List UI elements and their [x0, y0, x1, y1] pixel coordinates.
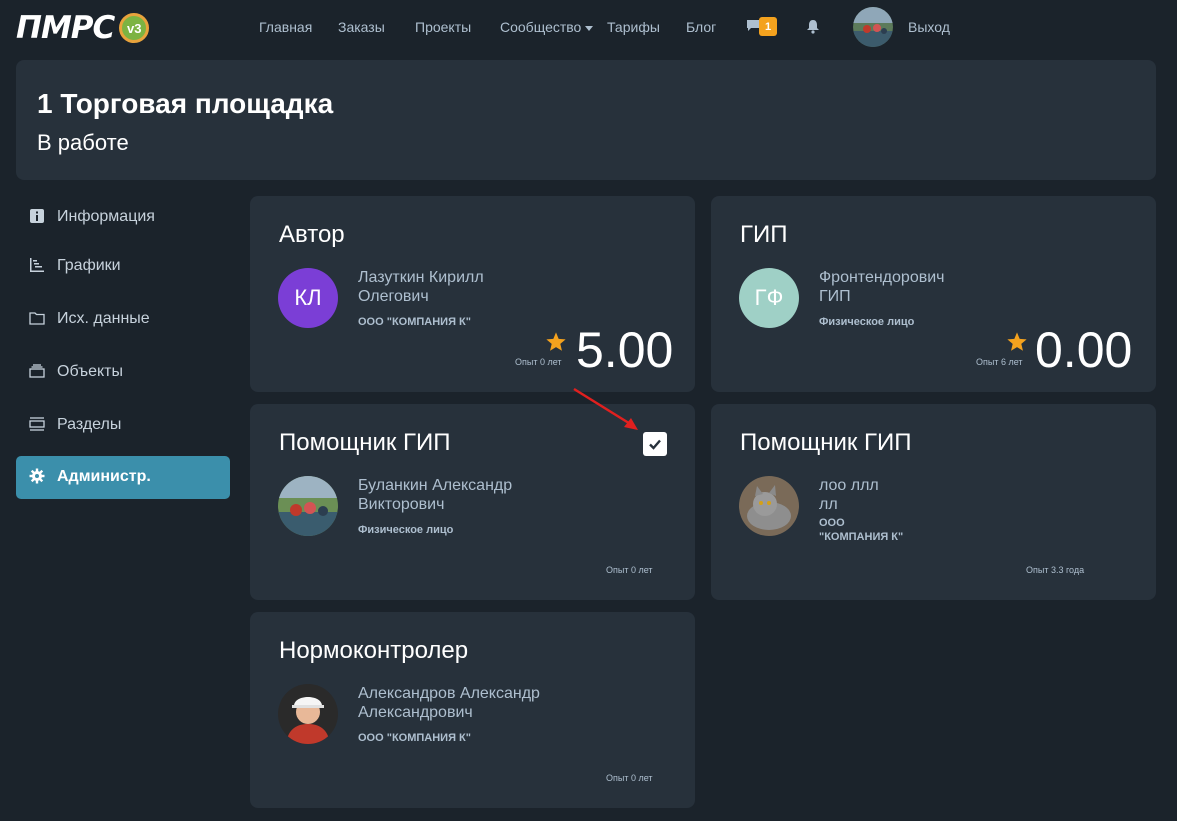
sidebar-item-label: Объекты	[57, 363, 123, 380]
avatar	[278, 476, 338, 536]
annotation-arrow-icon	[573, 387, 638, 430]
gantt-icon	[30, 258, 44, 272]
participant-card-author[interactable]: Автор КЛ Лазуткин Кирилл Олегович ООО "К…	[250, 196, 695, 392]
nav-community-label: Сообщество	[500, 19, 582, 35]
organization: Физическое лицо	[358, 524, 454, 536]
person-name-line2: Александрович	[358, 704, 473, 721]
person-name[interactable]: лоо ллл лл	[819, 476, 1019, 514]
nav-home[interactable]: Главная	[259, 19, 312, 35]
project-status: В работе	[37, 130, 129, 155]
sidebar-item-administration[interactable]: Администр.	[16, 456, 230, 499]
nav-projects[interactable]: Проекты	[415, 19, 471, 35]
user-avatar[interactable]	[853, 7, 893, 47]
experience-label: Опыт 3.3 года	[1026, 565, 1085, 575]
role-title: Автор	[279, 221, 345, 248]
organization: ООО "КОМПАНИЯ К"	[819, 516, 979, 544]
avatar	[278, 684, 338, 744]
organization-line2: "КОМПАНИЯ К"	[819, 531, 904, 543]
person-name-line2: ГИП	[819, 288, 851, 305]
checkmark-icon	[649, 439, 661, 450]
person-name-line2: Викторович	[358, 496, 445, 513]
person-name-line1: Фронтендорович	[819, 269, 945, 286]
organization-line1: ООО	[819, 517, 845, 529]
organization: ООО "КОМПАНИЯ К"	[358, 732, 471, 744]
sidebar-item-label: Исх. данные	[57, 310, 150, 327]
star-icon	[546, 332, 566, 351]
sidebar-item-source-data[interactable]: Исх. данные	[16, 298, 230, 341]
sidebar-item-label: Администр.	[57, 468, 151, 485]
sections-icon	[29, 417, 45, 431]
chevron-down-icon	[585, 25, 594, 31]
role-title: Нормоконтролер	[279, 637, 469, 664]
role-title: Помощник ГИП	[279, 429, 451, 456]
person-name-line1: Александров Александр	[358, 685, 540, 702]
messages-count-badge[interactable]: 1	[759, 17, 777, 36]
sidebar-item-label: Графики	[57, 257, 121, 274]
experience-label: Опыт 0 лет	[515, 357, 562, 367]
sidebar-item-label: Информация	[57, 208, 155, 225]
experience-label: Опыт 0 лет	[606, 565, 653, 575]
sidebar-item-charts[interactable]: Графики	[16, 245, 230, 288]
rating-value: 5.00	[576, 322, 674, 378]
avatar-initials: КЛ	[294, 285, 322, 310]
rating-value: 0.00	[1035, 322, 1133, 378]
logo-text: ПМРС	[16, 10, 115, 46]
nav-community[interactable]: Сообщество	[500, 19, 594, 35]
top-navbar: ПМРС v3 Главная Заказы Проекты Сообществ…	[0, 0, 1177, 56]
info-icon	[30, 209, 44, 223]
sidebar-item-sections[interactable]: Разделы	[16, 404, 230, 447]
person-name-line1: лоо ллл	[819, 477, 879, 494]
person-name[interactable]: Буланкин Александр Викторович	[358, 476, 558, 514]
experience-label: Опыт 0 лет	[606, 773, 653, 783]
avatar-initials: ГФ	[754, 285, 784, 310]
chat-icon[interactable]	[746, 19, 760, 32]
logout-link[interactable]: Выход	[908, 19, 950, 35]
logo-version-badge: v3	[119, 13, 150, 43]
organization: Физическое лицо	[819, 316, 915, 328]
person-name[interactable]: Александров Александр Александрович	[358, 684, 558, 722]
experience-label: Опыт 6 лет	[976, 357, 1023, 367]
avatar: ГФ	[739, 268, 799, 328]
organization: ООО "КОМПАНИЯ К"	[358, 316, 471, 328]
role-title: Помощник ГИП	[740, 429, 912, 456]
person-name-line2: Олегович	[358, 288, 429, 305]
sidebar-item-label: Разделы	[57, 416, 122, 433]
select-checkbox[interactable]	[643, 432, 667, 456]
person-name-line1: Лазуткин Кирилл	[358, 269, 484, 286]
role-title: ГИП	[740, 221, 788, 248]
sidebar-item-objects[interactable]: Объекты	[16, 351, 230, 394]
person-name-line1: Буланкин Александр	[358, 477, 513, 494]
participant-card-norm-controller[interactable]: Нормоконтролер Александров Александр Але…	[250, 612, 695, 808]
star-icon	[1007, 332, 1027, 351]
avatar	[739, 476, 799, 536]
gear-icon	[29, 468, 45, 484]
stack-icon	[29, 364, 45, 378]
participant-card-assistant[interactable]: Помощник ГИП лоо ллл лл ООО "КОМПАНИЯ К"…	[711, 404, 1156, 600]
person-name-line2: лл	[819, 496, 838, 513]
nav-blog[interactable]: Блог	[686, 19, 716, 35]
person-name[interactable]: Фронтендорович ГИП	[819, 268, 1019, 306]
project-header-panel: 1 Торговая площадка В работе	[16, 60, 1156, 180]
folder-icon	[29, 312, 45, 325]
person-name[interactable]: Лазуткин Кирилл Олегович	[358, 268, 558, 306]
sidebar-item-information[interactable]: Информация	[16, 196, 230, 239]
participant-card-chief-engineer[interactable]: ГИП ГФ Фронтендорович ГИП Физическое лиц…	[711, 196, 1156, 392]
avatar: КЛ	[278, 268, 338, 328]
bell-icon[interactable]	[806, 19, 820, 34]
logo[interactable]: ПМРС v3	[16, 10, 150, 46]
project-title: 1 Торговая площадка	[37, 88, 334, 119]
nav-pricing[interactable]: Тарифы	[607, 19, 660, 35]
nav-orders[interactable]: Заказы	[338, 19, 385, 35]
